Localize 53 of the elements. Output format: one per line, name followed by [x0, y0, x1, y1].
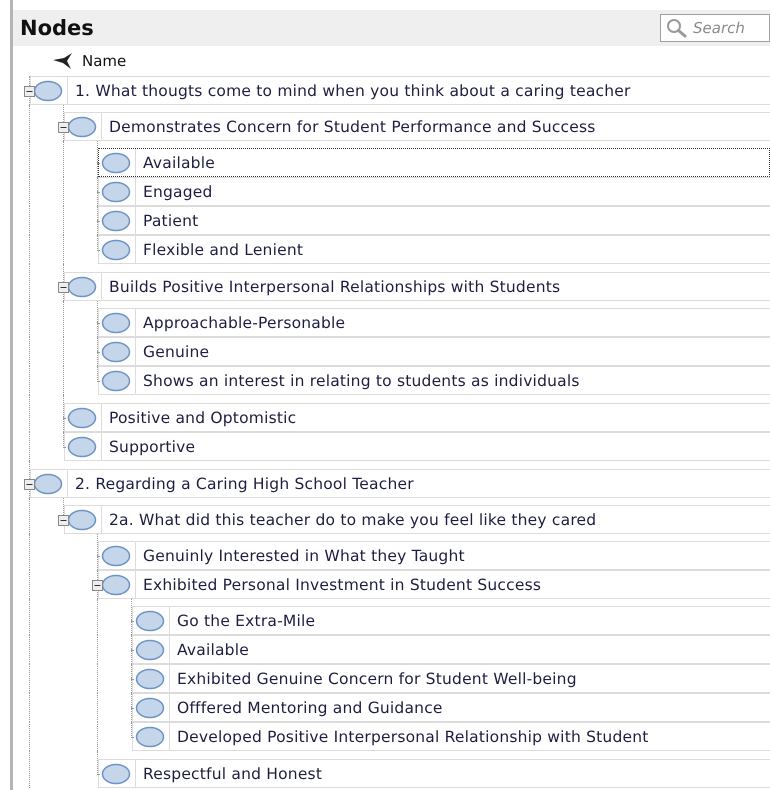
collapse-toggle[interactable]: [58, 282, 69, 292]
node-icon: [135, 638, 165, 660]
node-icon: [135, 610, 165, 632]
tree-item[interactable]: Patient: [98, 206, 770, 235]
collapse-toggle[interactable]: [58, 122, 69, 132]
column-header[interactable]: Name: [82, 52, 126, 70]
tree-item[interactable]: 2a. What did this teacher do to make you feel like they cared: [64, 505, 770, 534]
tree-item[interactable]: Genuine: [98, 337, 770, 366]
panel-title: Nodes: [20, 16, 94, 40]
node-icon: [135, 668, 165, 690]
node-icon: [67, 406, 97, 428]
node-icon: [33, 80, 63, 102]
node-icon: [33, 472, 63, 494]
node-icon: [67, 116, 97, 138]
tree-item[interactable]: 1. What thougts come to mind when you think about a caring teacher: [30, 76, 770, 105]
node-icon: [67, 276, 97, 298]
collapse-toggle[interactable]: [24, 478, 35, 490]
node-icon: [101, 574, 131, 596]
node-icon: [101, 370, 131, 392]
node-icon: [101, 180, 131, 202]
tree-item[interactable]: Offfered Mentoring and Guidance: [132, 693, 770, 722]
tree-item[interactable]: Shows an interest in relating to students as individuals: [98, 366, 770, 395]
tree-item[interactable]: Engaged: [98, 177, 770, 206]
tree-item[interactable]: Approachable-Personable: [98, 308, 770, 337]
tree-item[interactable]: Available: [132, 635, 770, 664]
tree-item[interactable]: Builds Positive Interpersonal Relationships with Students: [64, 272, 770, 301]
tree-item[interactable]: Exhibited Personal Investment in Student Success: [98, 570, 770, 599]
tree-item[interactable]: Exhibited Genuine Concern for Student Well-being: [132, 664, 770, 693]
node-icon: [101, 312, 131, 334]
node-icon: [101, 210, 131, 232]
collapse-toggle[interactable]: [92, 580, 103, 590]
node-icon: [101, 340, 131, 362]
search-field[interactable]: Search: [660, 14, 770, 42]
tree-item[interactable]: Genuinly Interested in What they Taught: [98, 541, 770, 570]
tree-item[interactable]: Supportive: [64, 432, 770, 461]
node-icon: [101, 762, 131, 784]
tree-item[interactable]: Respectful and Honest: [98, 759, 770, 788]
tree-item[interactable]: Demonstrates Concern for Student Performance and Success: [64, 112, 770, 141]
tree-item[interactable]: Flexible and Lenient: [98, 235, 770, 264]
tree-item[interactable]: Positive and Optomistic: [64, 403, 770, 432]
tree-item[interactable]: Available: [98, 148, 770, 177]
tree-item[interactable]: 2. Regarding a Caring High School Teacher: [30, 469, 770, 498]
collapse-toggle[interactable]: [24, 86, 35, 96]
tree-item[interactable]: Go the Extra-Mile: [132, 606, 770, 635]
node-icon: [135, 726, 165, 748]
node-icon: [135, 696, 165, 718]
node-icon: [101, 238, 131, 260]
tree-item[interactable]: Developed Positive Interpersonal Relationship with Student: [132, 722, 770, 751]
node-icon: [67, 508, 97, 530]
node-icon: [101, 152, 131, 174]
collapse-toggle[interactable]: [58, 514, 69, 526]
node-icon: [67, 436, 97, 458]
node-icon: [101, 544, 131, 566]
